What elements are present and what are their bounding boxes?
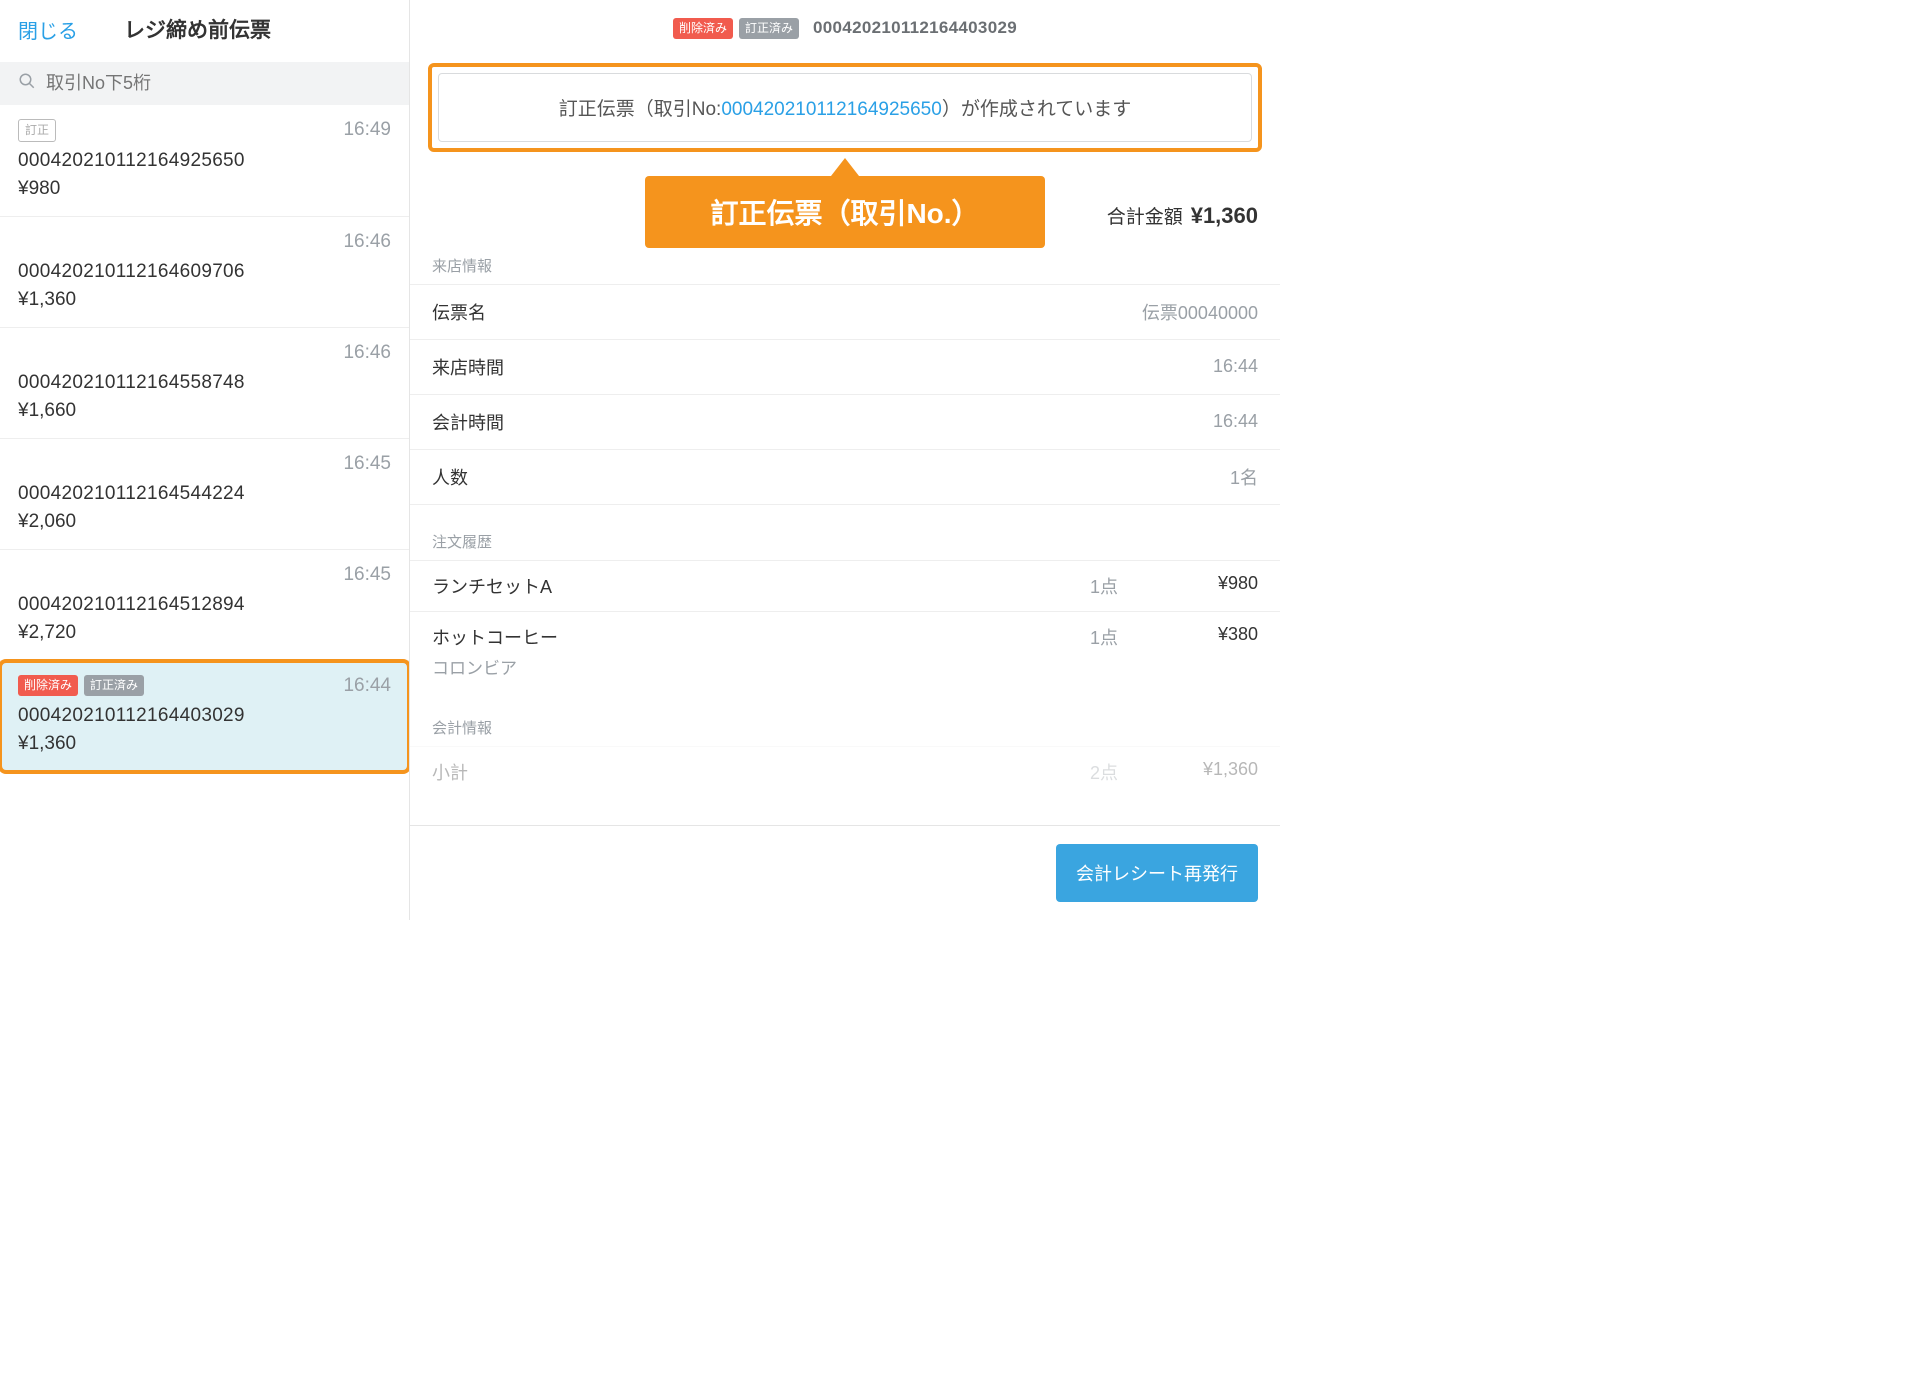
badge-訂正: 訂正 [18,119,56,142]
row-price: ¥2,060 [18,511,391,533]
visit-row: 会計時間 16:44 [410,394,1280,449]
detail-panel: 削除済み訂正済み 000420210112164403029 訂正伝票（取引No… [410,0,1280,920]
order-section-label: 注文履歴 [410,505,1280,560]
row-price: ¥1,360 [18,289,391,311]
row-time: 16:46 [343,231,391,253]
visit-row: 伝票名 伝票00040000 [410,284,1280,339]
order-qty: 1点 [998,624,1118,650]
order-price: ¥980 [1118,573,1258,599]
row-time: 16:45 [343,453,391,475]
row-transaction-id: 000420210112164558748 [18,372,391,394]
header-badges: 削除済み訂正済み [673,18,799,39]
visit-key: 伝票名 [432,299,486,325]
visit-row: 人数 1名 [410,449,1280,505]
visit-value: 16:44 [1213,356,1258,377]
row-time: 16:44 [343,675,391,697]
search-input[interactable] [46,73,391,94]
summary-qty: 2点 [998,759,1118,785]
summary-label: 小計 [432,759,998,785]
order-item: ランチセットA1点¥980 [410,560,1280,611]
receipt-row[interactable]: 16:46 000420210112164609706 ¥1,360 [0,217,409,328]
row-time: 16:45 [343,564,391,586]
visit-row: 来店時間 16:44 [410,339,1280,394]
row-price: ¥1,660 [18,400,391,422]
detail-footer: 会計レシート再発行 [410,825,1280,920]
total-amount: ¥1,360 [1191,203,1258,229]
correction-notice: 訂正伝票（取引No:000420210112164925650）が作成されていま… [438,73,1252,142]
badge-訂正済み: 訂正済み [84,675,144,696]
notice-transaction-link[interactable]: 000420210112164925650 [721,99,942,120]
visit-value: 1名 [1230,464,1258,490]
reissue-receipt-button[interactable]: 会計レシート再発行 [1056,844,1258,902]
visit-key: 会計時間 [432,409,504,435]
sidebar-title: レジ締め前伝票 [124,14,271,44]
notice-highlight: 訂正伝票（取引No:000420210112164925650）が作成されていま… [428,63,1262,152]
receipt-list[interactable]: 訂正 16:49 000420210112164925650 ¥980 16:46 000… [0,105,409,920]
summary-amount: ¥1,360 [1118,759,1258,785]
row-price: ¥2,720 [18,622,391,644]
receipt-row[interactable]: 訂正 16:49 000420210112164925650 ¥980 [0,105,409,217]
detail-header: 削除済み訂正済み 000420210112164403029 [410,0,1280,53]
summary-row: 小計2点¥1,360 [410,746,1280,797]
visit-value: 伝票00040000 [1142,299,1258,325]
badge-削除済み: 削除済み [673,18,733,39]
total-label: 合計金額 [1107,202,1183,229]
row-transaction-id: 000420210112164512894 [18,594,391,616]
sidebar-header: 閉じる レジ締め前伝票 [0,0,409,62]
row-time: 16:46 [343,342,391,364]
search-bar[interactable] [0,62,409,105]
order-qty: 1点 [998,573,1118,599]
order-name: ホットコーヒー [432,624,998,650]
order-name: ランチセットA [432,573,998,599]
order-subtext: コロンビア [432,654,1258,679]
badge-訂正済み: 訂正済み [739,18,799,39]
row-transaction-id: 000420210112164609706 [18,261,391,283]
row-price: ¥1,360 [18,733,391,755]
sidebar: 閉じる レジ締め前伝票 訂正 16:49 000420210112164925650… [0,0,410,920]
receipt-row[interactable]: 削除済み訂正済み 16:44 000420210112164403029 ¥1,360 [0,661,409,772]
notice-text-after: ）が作成されています [942,99,1131,120]
close-button[interactable]: 閉じる [18,15,78,44]
receipt-row[interactable]: 16:45 000420210112164512894 ¥2,720 [0,550,409,661]
badge-削除済み: 削除済み [18,675,78,696]
callout-bubble: 訂正伝票（取引No.） [645,176,1045,248]
row-transaction-id: 000420210112164544224 [18,483,391,505]
order-item: ホットコーヒー1点¥380 コロンビア [410,611,1280,691]
row-price: ¥980 [18,178,391,200]
header-transaction-id: 000420210112164403029 [813,18,1017,38]
row-transaction-id: 000420210112164925650 [18,150,391,172]
visit-key: 来店時間 [432,354,504,380]
row-transaction-id: 000420210112164403029 [18,705,391,727]
receipt-row[interactable]: 16:46 000420210112164558748 ¥1,660 [0,328,409,439]
receipt-row[interactable]: 16:45 000420210112164544224 ¥2,060 [0,439,409,550]
row-time: 16:49 [343,119,391,141]
visit-key: 人数 [432,464,468,490]
summary-section-label: 会計情報 [410,691,1280,746]
visit-value: 16:44 [1213,411,1258,432]
search-icon [18,72,36,95]
order-price: ¥380 [1118,624,1258,650]
notice-text-before: 訂正伝票（取引No: [559,99,722,120]
